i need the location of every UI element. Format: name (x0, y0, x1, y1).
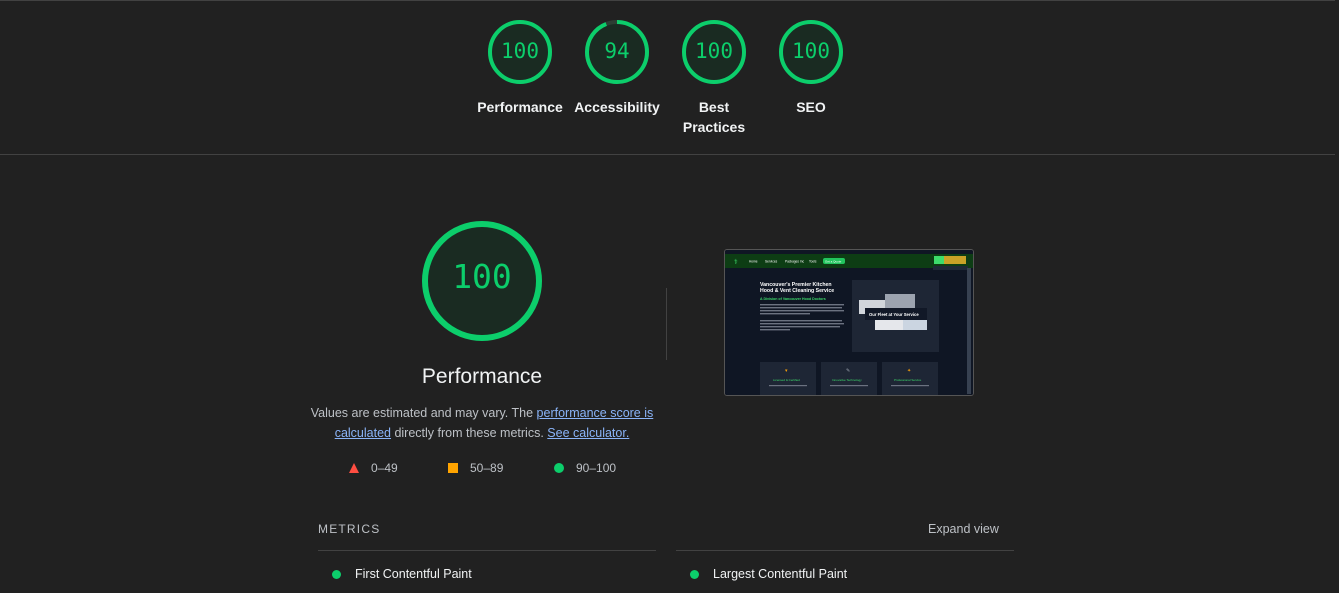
thumb-fleet-caption: Our Fleet at Your Service (869, 312, 919, 317)
pass-circle-icon (690, 569, 699, 579)
pass-circle-icon (332, 569, 341, 579)
calculator-link[interactable]: See calculator. (547, 426, 629, 440)
metric-largest-contentful-paint[interactable]: Largest Contentful Paint (690, 567, 847, 581)
gauge-performance[interactable]: 100 Performance (470, 19, 570, 117)
gauge-label: Performance (477, 99, 563, 115)
gauge-label: Accessibility (574, 99, 660, 115)
thumb-nav-3: Tools (809, 260, 817, 264)
thumb-card-2: Professional Service (894, 378, 922, 382)
legend-label: 90–100 (576, 461, 617, 475)
metrics-header: METRICS (318, 522, 381, 536)
performance-title: Performance (421, 365, 543, 388)
final-screenshot[interactable]: ⚕ Home Services Packages Inc Tools Get a… (724, 249, 974, 396)
svg-text:✦: ✦ (907, 368, 911, 374)
square-icon (448, 463, 458, 473)
circle-icon (554, 463, 564, 473)
thumb-nav-2: Packages Inc (785, 260, 805, 264)
thumb-card-0: Licensed & Certified (773, 378, 800, 382)
metric-label: Largest Contentful Paint (713, 567, 848, 581)
gauge-label: Best Practices (682, 99, 746, 135)
gauge-score: 100 (695, 39, 733, 63)
gauge-score: 100 (501, 39, 539, 63)
category-scores-bar: 100 Performance 94 Accessibility 100 Bes… (0, 0, 1335, 155)
legend-fail: 0–49 (349, 461, 398, 475)
thumb-nav-0: Home (749, 260, 758, 264)
thumb-nav-1: Services (765, 260, 778, 264)
thumb-nav-4: Get a Quote (825, 260, 842, 264)
metrics-divider-left (318, 550, 656, 551)
metric-first-contentful-paint[interactable]: First Contentful Paint (332, 567, 472, 581)
gauge-seo[interactable]: 100 SEO (761, 19, 861, 117)
metric-label: First Contentful Paint (355, 567, 472, 581)
gauge-accessibility[interactable]: 94 Accessibility (567, 19, 667, 117)
thumb-subheading: A Division of Vancouver Hood Doctors (760, 297, 826, 301)
legend-label: 0–49 (371, 461, 398, 475)
performance-description: Values are estimated and may vary. The p… (310, 403, 654, 443)
gauge-best-practices[interactable]: 100 Best Practices (664, 19, 764, 137)
svg-text:✎: ✎ (846, 368, 850, 374)
expand-view-toggle[interactable]: Expand view (928, 522, 999, 536)
desc-text-2: directly from these metrics. (390, 426, 544, 440)
legend-average: 50–89 (448, 461, 503, 475)
svg-text:Hood & Vent Cleaning Service: Hood & Vent Cleaning Service (760, 288, 834, 294)
legend-pass: 90–100 (554, 461, 616, 475)
thumb-card-1: Innovative Technology (832, 378, 862, 382)
legend-label: 50–89 (470, 461, 504, 475)
gauge-label: SEO (796, 99, 826, 115)
metrics-divider-right (676, 550, 1014, 551)
svg-text:⚕: ⚕ (734, 258, 738, 266)
triangle-icon (349, 463, 359, 473)
divider (666, 288, 667, 360)
gauge-score: 100 (792, 39, 830, 63)
performance-score: 100 (452, 257, 512, 296)
page-thumbnail: ⚕ Home Services Packages Inc Tools Get a… (725, 250, 973, 395)
desc-text: Values are estimated and may vary. The (310, 406, 537, 420)
gauge-score: 94 (604, 39, 630, 63)
